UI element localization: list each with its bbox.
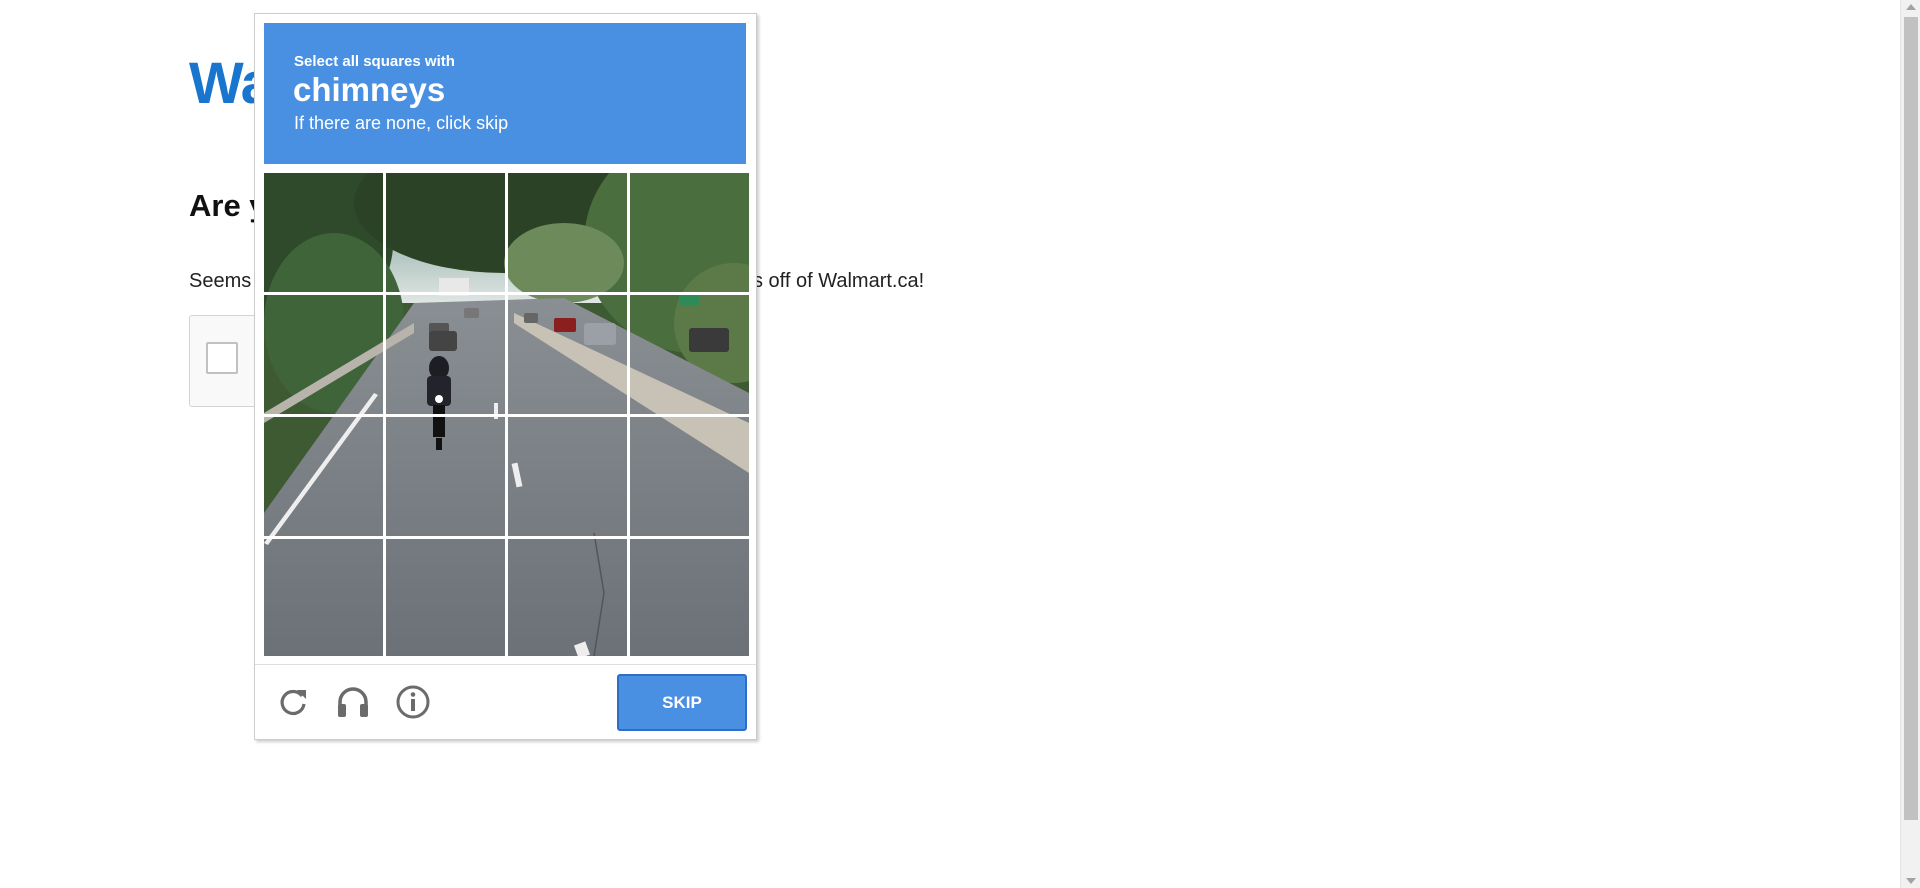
tile-image [264,539,383,656]
image-tile-5[interactable] [264,295,383,414]
image-tile-10[interactable] [386,417,505,536]
challenge-footer: SKIP [255,664,756,740]
tile-image [630,295,749,414]
tile-image [508,295,627,414]
image-tile-15[interactable] [508,539,627,658]
tile-image [386,539,505,656]
captcha-challenge-popup: Select all squares with chimneys If ther… [254,13,757,740]
tile-image [630,539,749,656]
challenge-image-grid [264,173,749,656]
image-tile-7[interactable] [508,295,627,414]
tile-image [264,295,383,414]
image-tile-3[interactable] [508,173,627,292]
headphones-icon[interactable] [335,684,371,720]
paragraph-end: s off of Walmart.ca! [753,270,925,292]
scroll-up-arrow-icon[interactable] [1906,4,1916,10]
tile-image [508,539,627,656]
image-tile-13[interactable] [264,539,383,658]
paragraph-start: Seems [189,270,252,292]
tile-image [386,417,505,536]
tile-image [630,173,749,292]
image-tile-8[interactable] [630,295,749,414]
image-tile-2[interactable] [386,173,505,292]
tile-image [508,173,627,292]
image-tile-4[interactable] [630,173,749,292]
image-tile-11[interactable] [508,417,627,536]
tile-image [264,417,383,536]
challenge-instruction: Select all squares with [294,53,455,70]
scroll-down-arrow-icon[interactable] [1906,878,1916,884]
challenge-hint: If there are none, click skip [294,113,509,133]
tile-image [508,417,627,536]
skip-button[interactable]: SKIP [617,674,747,731]
captcha-checkbox[interactable] [206,342,238,374]
image-tile-12[interactable] [630,417,749,536]
page-paragraph: Seems s off of Walmart.ca! [189,270,924,293]
challenge-header: Select all squares with chimneys If ther… [264,23,746,164]
scroll-thumb[interactable] [1904,17,1918,820]
image-tile-9[interactable] [264,417,383,536]
tile-image [386,173,505,292]
image-tile-1[interactable] [264,173,383,292]
image-tile-14[interactable] [386,539,505,658]
tile-image [630,417,749,536]
challenge-target: chimneys [293,71,446,108]
tile-image [264,173,383,292]
info-icon[interactable] [395,684,431,720]
image-tile-16[interactable] [630,539,749,658]
page-scrollbar[interactable] [1900,0,1920,888]
image-tile-6[interactable] [386,295,505,414]
tile-image [386,295,505,414]
reload-icon[interactable] [275,684,311,720]
